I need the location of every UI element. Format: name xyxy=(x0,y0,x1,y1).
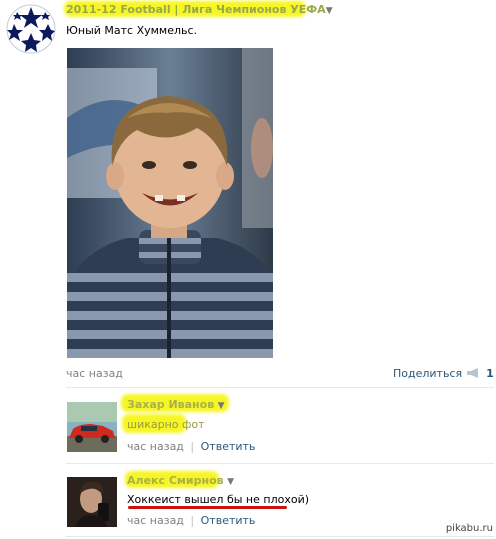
comment-author-link[interactable]: Алекс Смирнов xyxy=(127,474,224,487)
post-author-link[interactable]: 2011-12 Football | Лига Чемпионов УЕФА xyxy=(66,3,326,16)
comment-menu-arrow[interactable]: ▼ xyxy=(218,401,225,411)
comment-time[interactable]: час назад xyxy=(127,514,184,527)
comment-avatar[interactable] xyxy=(67,402,117,452)
post-text: Юный Матс Хуммельс. xyxy=(66,24,198,37)
comment-divider xyxy=(66,536,494,537)
comment-text: Хоккеист вышел бы не плохой) xyxy=(127,493,310,506)
post-divider xyxy=(66,387,494,388)
comment-avatar[interactable] xyxy=(67,477,117,527)
comment-divider xyxy=(66,463,494,464)
reply-link[interactable]: Ответить xyxy=(201,514,256,527)
watermark: pikabu.ru xyxy=(445,523,493,534)
megaphone-icon[interactable] xyxy=(466,368,480,378)
post-time[interactable]: час назад xyxy=(66,367,123,380)
red-car-photo xyxy=(67,402,117,452)
share-count: 1 xyxy=(486,367,494,380)
share-link[interactable]: Поделиться xyxy=(393,367,462,380)
comment-menu-arrow[interactable]: ▼ xyxy=(227,477,234,487)
comment-text: шикарно фот xyxy=(127,418,205,431)
boy-portrait-image xyxy=(67,48,273,358)
comment-time[interactable]: час назад xyxy=(127,440,184,453)
post-menu-arrow[interactable]: ▼ xyxy=(326,6,333,16)
post-avatar[interactable] xyxy=(6,4,56,54)
post-photo[interactable] xyxy=(67,48,273,358)
champions-league-ball-icon xyxy=(6,4,56,54)
comment-separator: | xyxy=(190,514,195,527)
comment-separator: | xyxy=(190,440,195,453)
red-underline xyxy=(128,506,287,509)
young-man-photo xyxy=(67,477,117,527)
share-area[interactable]: Поделиться 1 xyxy=(393,367,494,380)
comment-author-link[interactable]: Захар Иванов xyxy=(127,398,214,411)
reply-link[interactable]: Ответить xyxy=(201,440,256,453)
